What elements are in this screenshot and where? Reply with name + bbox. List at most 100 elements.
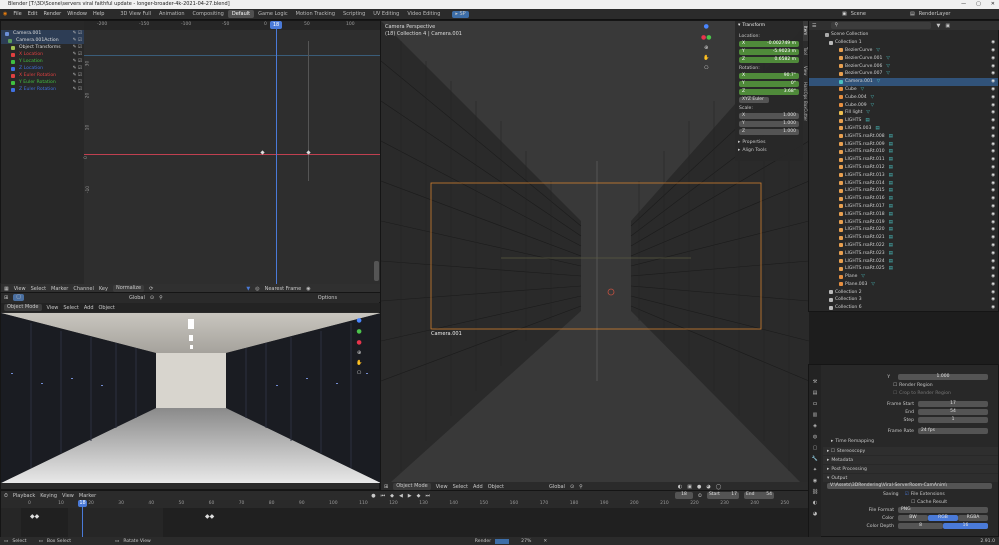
graph-channel-row[interactable]: Z Location ✎ ☑ [1,65,84,72]
outliner-object-row[interactable]: Cube.004 ▽ ◉ [809,93,998,101]
outliner-object-row[interactable]: BezierCurve.006 ▽ ◉ [809,62,998,70]
frame-start-field[interactable]: 17 [918,400,988,408]
metadata-section[interactable]: Metadata [831,458,853,463]
rv-menu-object[interactable]: Object [99,305,115,311]
editor-type-icon[interactable]: ⊞ [384,484,388,490]
editor-type-icon[interactable]: ⊞ [4,295,8,301]
navigation-gizmo-main[interactable]: ● ●● ⊕ ✋ ⎔ [701,23,712,71]
scene-selector[interactable]: Scene [851,11,866,17]
timeline-menu-view[interactable]: View [62,493,74,499]
snap-icon[interactable]: ⚲ [579,484,583,490]
visibility-eye-icon[interactable]: ◉ [991,87,995,92]
visibility-eye-icon[interactable]: ◉ [991,259,995,264]
render-region-checkbox[interactable]: ☐ [893,383,897,388]
prev-key-icon[interactable]: ◆ [390,493,394,499]
menu-window[interactable]: Window [67,11,87,17]
jump-start-icon[interactable]: ⏮ [381,493,386,499]
channel-toggles[interactable]: ✎ ☑ [73,66,84,71]
channel-toggles[interactable]: ✎ ☑ [73,31,84,36]
editor-type-icon[interactable]: ▦ [4,286,9,292]
loc-y-field[interactable]: Y -5.9023 m [739,48,799,56]
gizmo-x-icon[interactable]: ● [356,339,361,346]
visibility-eye-icon[interactable]: ◉ [991,56,995,61]
rv-menu-select[interactable]: Select [63,305,78,311]
outliner-object-row[interactable]: BezierCurve ▽ ◉ [809,47,998,55]
outliner-collection-row[interactable]: Collection 2 ◉ [809,288,998,296]
blender-logo-icon[interactable]: ◉ [3,11,7,17]
visibility-eye-icon[interactable]: ◉ [991,149,995,154]
graph-channel-row[interactable]: Camera.001Action ✎ ☑ [1,37,84,44]
depth-8-button[interactable]: 8 [898,522,943,530]
visibility-eye-icon[interactable]: ◉ [991,290,995,295]
channel-toggles[interactable]: ✎ ☑ [73,80,84,85]
output-tab-icon[interactable]: ▭ [813,401,818,407]
play-icon[interactable]: ▶ [408,493,412,499]
channel-toggles[interactable]: ✎ ☑ [73,59,84,64]
timeline-menu-keying[interactable]: Keying [40,493,57,499]
tab-default[interactable]: Default [227,10,255,18]
graph-menu-view[interactable]: View [14,286,26,292]
time-remapping-section[interactable]: Time Remapping [835,439,874,444]
outliner-object-row[interactable]: LIGHTS.rsaRt.022 ▤ ◉ [809,242,998,250]
outliner-object-row[interactable]: LIGHTS.rsaRt.020 ▤ ◉ [809,226,998,234]
tab-animation[interactable]: Animation [155,10,189,18]
scene-collection-row[interactable]: Scene Collection [809,31,998,39]
shading-material-icon[interactable]: ◕ [706,484,710,490]
tab-3d-view-full[interactable]: 3D View Full [116,10,155,18]
gizmo-y-icon[interactable]: ● [356,328,361,335]
menu-help[interactable]: Help [93,11,104,17]
rot-z-field[interactable]: Z 3.68° [739,88,799,96]
gizmo-z-icon[interactable]: ● [704,23,709,30]
cancel-render-icon[interactable]: ✕ [543,539,547,544]
zoom-icon[interactable]: ⊕ [357,350,361,356]
vertical-scrollbar[interactable] [374,261,379,281]
pivot-icon[interactable]: ⊙ [150,295,154,301]
visibility-eye-icon[interactable]: ◉ [991,251,995,256]
visibility-eye-icon[interactable]: ◉ [991,274,995,279]
visibility-eye-icon[interactable]: ◉ [991,196,995,201]
loc-x-field[interactable]: X -0.002749 m [739,40,799,48]
graph-menu-key[interactable]: Key [99,286,108,292]
select-box-icon[interactable]: ▢ [13,294,24,301]
timeline-menu-playback[interactable]: Playback [13,493,35,499]
graph-menu-channel[interactable]: Channel [73,286,94,292]
tab-motion-tracking[interactable]: Motion Tracking [292,10,339,18]
filter-icon[interactable]: ▼ [246,286,250,292]
crop-checkbox[interactable]: ☐ [893,391,897,396]
outliner-object-row[interactable]: Fill light ▽ ◉ [809,109,998,117]
visibility-eye-icon[interactable]: ◉ [991,134,995,139]
outliner-object-row[interactable]: LIGHTS.rsaRt.018 ▤ ◉ [809,210,998,218]
outliner-object-row[interactable]: LIGHTS.rsaRt.013 ▤ ◉ [809,171,998,179]
visibility-eye-icon[interactable]: ◉ [991,212,995,217]
outliner-object-row[interactable]: LIGHTS.rsaRt.021 ▤ ◉ [809,234,998,242]
mode-selector[interactable]: Object Mode [4,304,42,311]
visibility-eye-icon[interactable]: ◉ [991,305,995,310]
visibility-eye-icon[interactable]: ◉ [991,297,995,302]
next-key-icon[interactable]: ◆ [417,493,421,499]
rot-y-field[interactable]: Y 0° [739,80,799,88]
outliner-object-row[interactable]: LIGHTS.rsaRt.009 ▤ ◉ [809,140,998,148]
outliner-collection-row[interactable]: Collection 3 ◉ [809,296,998,304]
start-frame-field[interactable]: Start 17 [706,492,739,499]
visibility-eye-icon[interactable]: ◉ [991,157,995,162]
menu-file[interactable]: File [13,11,21,17]
mv-menu-object[interactable]: Object [488,484,504,490]
mv-menu-view[interactable]: View [436,484,448,490]
playhead-line[interactable] [276,21,277,284]
graph-channel-row[interactable]: Y Euler Rotation ✎ ☑ [1,79,84,86]
graph-channel-row[interactable]: X Location ✎ ☑ [1,51,84,58]
world-tab-icon[interactable]: ◍ [813,434,817,440]
cache-result-checkbox[interactable]: ☐ [911,500,915,505]
border-y-field[interactable]: 1.000 [898,373,988,381]
main-global-selector[interactable]: Global [549,484,565,490]
tool-tab-icon[interactable]: ⚒ [813,379,817,385]
outliner-object-row[interactable]: LIGHTS.rsaRt.017 ▤ ◉ [809,203,998,211]
gizmo-y-icon[interactable]: ● [706,34,711,41]
refresh-icon[interactable]: ⟳ [149,286,153,292]
timeline-menu-marker[interactable]: Marker [79,493,96,499]
zoom-icon[interactable]: ⊕ [704,45,708,51]
outliner-object-row[interactable]: BezierCurve.001 ▽ ◉ [809,54,998,62]
post-processing-section[interactable]: Post Processing [831,467,867,472]
color-mode-rgba-button[interactable]: RGBA [958,514,988,522]
rotation-mode-dropdown[interactable]: XYZ Euler [739,96,769,104]
